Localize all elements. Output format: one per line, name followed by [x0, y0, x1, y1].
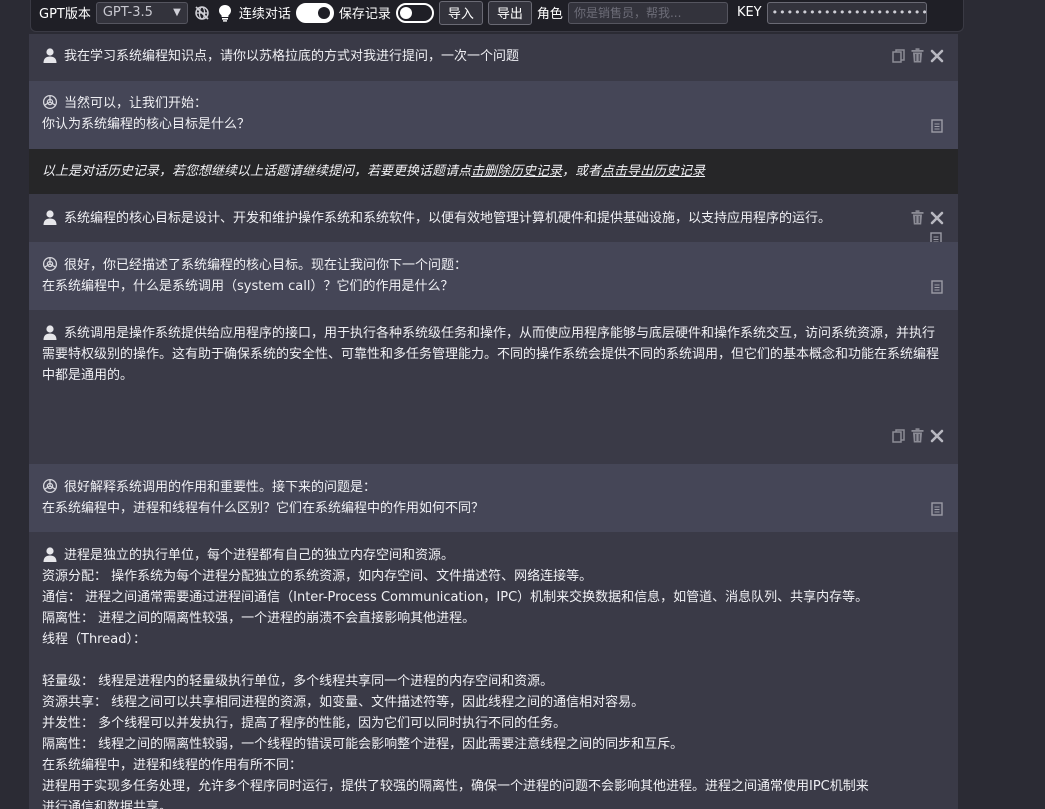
message-line: 隔离性： 线程之间的隔离性较弱，一个线程的错误可能会影响整个进程，因此需要注意线… [42, 737, 684, 752]
user-avatar-icon [43, 48, 57, 63]
close-icon[interactable] [929, 48, 944, 63]
message-text: 在系统编程中，什么是系统调用（system call）？它们的作用是什么？ [42, 279, 454, 294]
user-message: 我在学习系统编程知识点，请你以苏格拉底的方式对我进行提问，一次一个问题 [29, 34, 958, 81]
message-line: 进行通信和数据共享。 [42, 800, 173, 809]
message-line [42, 650, 945, 671]
copy-icon[interactable] [929, 118, 944, 133]
assistant-message: 当然可以，让我们开始： 你认为系统编程的核心目标是什么？ [29, 81, 958, 149]
copy-icon[interactable] [929, 279, 944, 294]
notice-text: ，或者 [562, 164, 602, 179]
message-text: 系统编程的核心目标是设计、开发和维护操作系统和系统软件，以便有效地管理计算机硬件… [64, 211, 832, 226]
message-text: 在系统编程中，进程和线程有什么区别？它们在系统编程中的作用如何不同？ [42, 501, 485, 516]
copy-icon[interactable] [891, 428, 906, 443]
message-line: 进程用于实现多任务处理，允许多个程序同时运行，提供了较强的隔离性，确保一个进程的… [42, 779, 869, 794]
message-actions [929, 501, 944, 516]
user-message: 系统编程的核心目标是设计、开发和维护操作系统和系统软件，以便有效地管理计算机硬件… [29, 194, 958, 246]
chat-area[interactable]: 我在学习系统编程知识点，请你以苏格拉底的方式对我进行提问，一次一个问题 当然可以… [29, 34, 958, 809]
message-line: 在系统编程中，进程和线程的作用有所不同： [42, 758, 303, 773]
save-label: 保存记录 [338, 7, 391, 22]
message-actions [929, 279, 944, 294]
close-icon[interactable] [929, 210, 944, 225]
save-toggle[interactable] [395, 2, 434, 23]
message-line: 通信： 进程之间通常需要通过进程间通信（Inter-Process Commun… [42, 590, 869, 605]
message-line: 进程是独立的执行单位，每个进程都有自己的独立内存空间和资源。 [64, 548, 455, 563]
chevron-down-icon: ▼ [173, 7, 181, 18]
import-button[interactable]: 导入 [438, 0, 483, 25]
message-line: 隔离性： 进程之间的隔离性较强，一个进程的崩溃不会直接影响其他进程。 [42, 611, 476, 626]
trash-icon[interactable] [910, 210, 925, 225]
user-avatar-icon [43, 547, 57, 562]
delete-history-link[interactable]: 击删除历史记录 [471, 164, 562, 179]
toolbar: GPT版本 GPT-3.5 ▼ 连续对话 保存记录 导入 导出 角色 KEY •… [30, 0, 964, 32]
version-label: GPT版本 [39, 7, 91, 22]
message-line: 线程（Thread）： [42, 632, 146, 647]
role-label: 角色 [536, 7, 563, 22]
message-line: 资源分配： 操作系统为每个进程分配独立的系统资源，如内存空间、文件描述符、网络连… [42, 569, 593, 584]
export-history-link[interactable]: 点击导出历史记录 [601, 164, 705, 179]
assistant-message: 很好解释系统调用的作用和重要性。接下来的问题是： 在系统编程中，进程和线程有什么… [29, 464, 958, 532]
trash-icon[interactable] [910, 428, 925, 443]
message-text: 很好解释系统调用的作用和重要性。接下来的问题是： [64, 480, 377, 495]
assistant-message: 很好，你已经描述了系统编程的核心目标。现在让我问你下一个问题： 在系统编程中，什… [29, 242, 958, 310]
message-text: 系统调用是操作系统提供给应用程序的接口，用于执行各种系统级任务和操作，从而使应用… [42, 326, 940, 383]
chat-app: GPT版本 GPT-3.5 ▼ 连续对话 保存记录 导入 导出 角色 KEY •… [0, 0, 1045, 809]
message-actions [891, 48, 944, 63]
copy-icon[interactable] [891, 48, 906, 63]
message-text: 我在学习系统编程知识点，请你以苏格拉底的方式对我进行提问，一次一个问题 [64, 49, 520, 64]
export-button[interactable]: 导出 [487, 0, 532, 25]
continuous-label: 连续对话 [238, 7, 291, 22]
user-message: 系统调用是操作系统提供给应用程序的接口，用于执行各种系统级任务和操作，从而使应用… [29, 310, 958, 464]
message-text: 你认为系统编程的核心目标是什么？ [42, 117, 251, 132]
history-notice: 以上是对话历史记录，若您想继续以上话题请继续提问，若要更换话题请点击删除历史记录… [29, 149, 958, 194]
openai-logo-icon [42, 256, 58, 272]
user-avatar-icon [43, 210, 57, 225]
user-avatar-icon [43, 325, 57, 340]
close-icon[interactable] [929, 428, 944, 443]
message-text: 当然可以，让我们开始： [64, 96, 208, 111]
message-actions [929, 118, 944, 133]
message-actions [910, 210, 944, 225]
message-line: 轻量级： 线程是进程内的轻量级执行单位，多个线程共享同一个进程的内存空间和资源。 [42, 674, 554, 689]
user-message: 进程是独立的执行单位，每个进程都有自己的独立内存空间和资源。 资源分配： 操作系… [29, 532, 958, 809]
key-label: KEY [736, 5, 762, 20]
continuous-toggle[interactable] [295, 2, 334, 23]
key-input[interactable]: ••••••••••••••••••••••••••••••••••••••• [766, 1, 927, 24]
notice-text: 以上是对话历史记录，若您想继续以上话题请继续提问，若要更换话题请点 [42, 164, 472, 179]
message-line: 资源共享： 线程之间可以共享相同进程的资源，如变量、文件描述符等，因此线程之间的… [42, 695, 645, 710]
openai-logo-icon [42, 478, 58, 494]
version-select[interactable]: GPT-3.5 ▼ [95, 1, 188, 24]
openai-logo-icon [42, 94, 58, 110]
message-actions [891, 428, 944, 443]
role-input[interactable] [567, 1, 728, 24]
network-off-icon[interactable] [193, 2, 211, 24]
trash-icon[interactable] [910, 48, 925, 63]
lightbulb-icon[interactable] [216, 2, 234, 24]
copy-icon[interactable] [929, 501, 944, 516]
version-select-value: GPT-3.5 [102, 5, 153, 20]
message-line: 并发性： 多个线程可以并发执行，提高了程序的性能，因为它们可以同时执行不同的任务… [42, 716, 567, 731]
message-text: 很好，你已经描述了系统编程的核心目标。现在让我问你下一个问题： [64, 258, 468, 273]
